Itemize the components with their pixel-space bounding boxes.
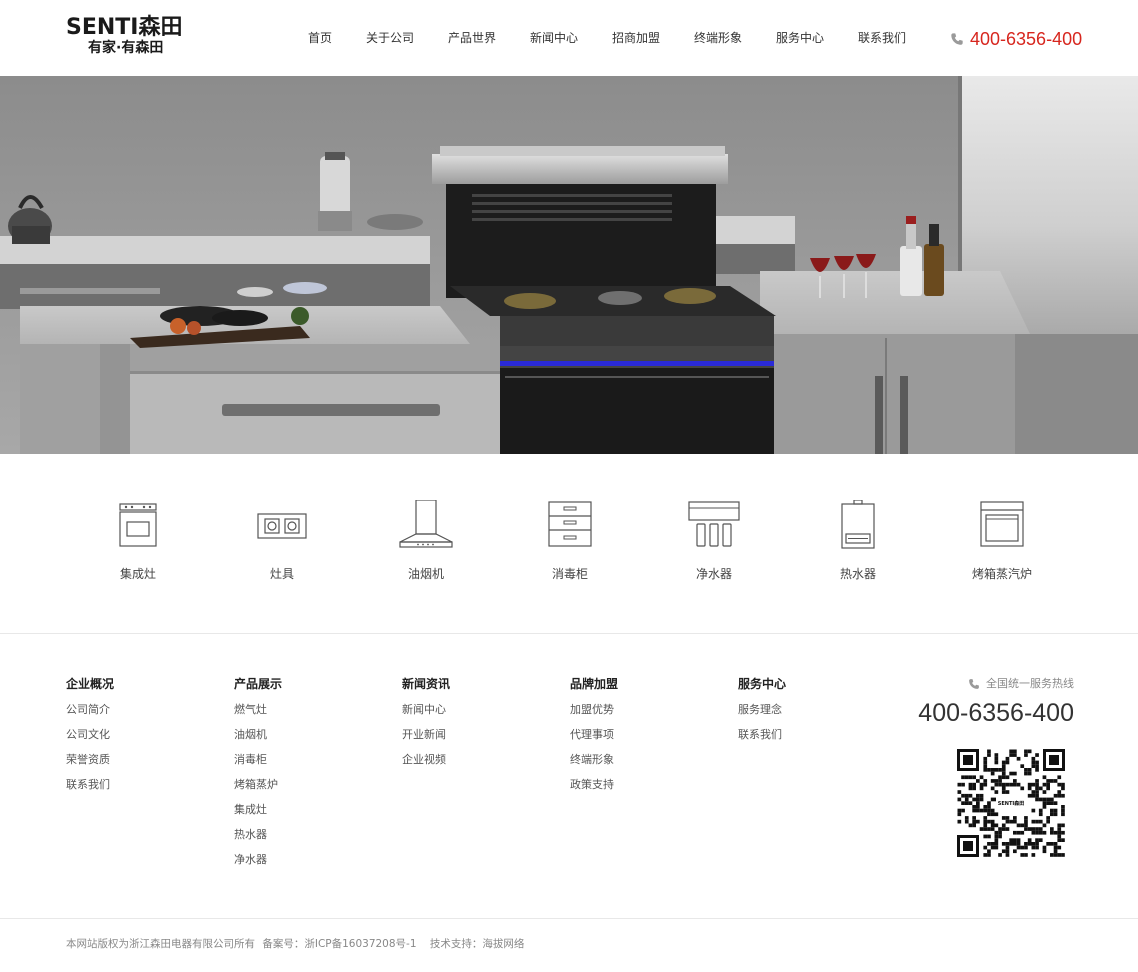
header-phone-number: 400-6356-400: [970, 28, 1083, 49]
copyright-text: 本网站版权为浙江森田电器有限公司所有: [66, 938, 255, 950]
water-purifier-icon: [688, 501, 740, 547]
steam-oven-icon: [980, 501, 1024, 547]
qr-center-logo: SENTI森田: [998, 800, 1024, 807]
footer-link[interactable]: 政策支持: [570, 777, 720, 792]
footer-col-company: 企业概况 公司简介 公司文化 荣誉资质 联系我们: [66, 676, 216, 802]
nav-item-products[interactable]: 产品世界: [448, 30, 496, 46]
category-integrated-stove[interactable]: 集成灶: [83, 500, 193, 590]
footer-link[interactable]: 热水器: [234, 827, 384, 842]
footer-col-service: 服务中心 服务理念 联系我们: [738, 676, 888, 752]
footer-link[interactable]: 燃气灶: [234, 702, 384, 717]
footer-hotline: 全国统一服务热线 400-6356-400: [900, 676, 1074, 728]
qr-code-image: SENTI森田: [956, 748, 1066, 858]
category-disinfection-cabinet[interactable]: 消毒柜: [515, 500, 625, 590]
category-label: 油烟机: [407, 567, 444, 581]
category-label: 消毒柜: [551, 567, 588, 581]
footer-link[interactable]: 代理事项: [570, 727, 720, 742]
product-categories: 集成灶 灶具 油烟机 消毒柜 净水器 热水器 烤箱蒸汽炉: [0, 454, 1138, 634]
category-water-heater[interactable]: 热水器: [803, 500, 913, 590]
disinfection-cabinet-icon: [548, 501, 592, 547]
footer-link[interactable]: 净水器: [234, 852, 384, 867]
nav-item-service[interactable]: 服务中心: [776, 30, 824, 46]
hotline-number[interactable]: 400-6356-400: [900, 698, 1074, 728]
footer-link[interactable]: 联系我们: [66, 777, 216, 792]
kitchen-image: [0, 76, 1138, 454]
nav-item-stores[interactable]: 终端形象: [694, 30, 742, 46]
footer-col-title: 企业概况: [66, 677, 115, 691]
category-range-hood[interactable]: 油烟机: [371, 500, 481, 590]
nav-item-about[interactable]: 关于公司: [366, 30, 414, 46]
footer-col-title: 产品展示: [234, 677, 283, 691]
water-heater-icon: [841, 500, 875, 549]
category-steam-oven[interactable]: 烤箱蒸汽炉: [947, 500, 1057, 590]
phone-icon: [969, 679, 979, 689]
phone-icon: [951, 33, 963, 45]
category-label: 集成灶: [119, 567, 156, 581]
footer-link[interactable]: 公司文化: [66, 727, 216, 742]
footer-col-products: 产品展示 燃气灶 油烟机 消毒柜 烤箱蒸炉 集成灶 热水器 净水器: [234, 676, 384, 877]
footer-link[interactable]: 企业视频: [402, 752, 552, 767]
footer-col-title: 服务中心: [738, 677, 787, 691]
header-phone[interactable]: 400-6356-400: [950, 27, 1082, 51]
nav-item-news[interactable]: 新闻中心: [530, 30, 578, 46]
footer-link[interactable]: 终端形象: [570, 752, 720, 767]
footer-col-franchise: 品牌加盟 加盟优势 代理事项 终端形象 政策支持: [570, 676, 720, 802]
footer-link[interactable]: 联系我们: [738, 727, 888, 742]
footer-link[interactable]: 加盟优势: [570, 702, 720, 717]
icp-record[interactable]: 备案号：浙ICP备16037208号-1: [262, 938, 416, 950]
footer-link[interactable]: 公司简介: [66, 702, 216, 717]
category-label: 热水器: [839, 567, 876, 581]
footer-link[interactable]: 新闻中心: [402, 702, 552, 717]
footer-link[interactable]: 开业新闻: [402, 727, 552, 742]
copyright-bar: 本网站版权为浙江森田电器有限公司所有 备案号：浙ICP备16037208号-1 …: [66, 937, 528, 951]
footer-col-title: 品牌加盟: [570, 677, 619, 691]
nav-item-contact[interactable]: 联系我们: [858, 30, 906, 46]
footer-col-title: 新闻资讯: [402, 677, 451, 691]
footer-top-divider: [0, 633, 1138, 634]
footer-link[interactable]: 油烟机: [234, 727, 384, 742]
category-water-purifier[interactable]: 净水器: [659, 500, 769, 590]
hero-banner[interactable]: [0, 76, 1138, 454]
category-label: 烤箱蒸汽炉: [971, 567, 1032, 581]
category-label: 灶具: [269, 567, 294, 581]
nav-item-home[interactable]: 首页: [308, 30, 332, 46]
nav-item-franchise[interactable]: 招商加盟: [612, 30, 660, 46]
category-cooktop[interactable]: 灶具: [227, 500, 337, 590]
integrated-stove-icon: [119, 503, 157, 547]
site-header: SENTI森田 有家·有森田 首页 关于公司 产品世界 新闻中心 招商加盟 终端…: [0, 0, 1138, 76]
category-label: 净水器: [695, 567, 732, 581]
footer-link[interactable]: 荣誉资质: [66, 752, 216, 767]
cooktop-icon: [257, 513, 307, 539]
footer-bottom-divider: [0, 918, 1138, 919]
footer-link[interactable]: 消毒柜: [234, 752, 384, 767]
footer-link[interactable]: 集成灶: [234, 802, 384, 817]
footer-link[interactable]: 服务理念: [738, 702, 888, 717]
range-hood-icon: [399, 500, 453, 548]
footer-link[interactable]: 烤箱蒸炉: [234, 777, 384, 792]
footer-col-news: 新闻资讯 新闻中心 开业新闻 企业视频: [402, 676, 552, 777]
tech-support[interactable]: 技术支持：海拔网络: [430, 938, 525, 950]
hotline-label: 全国统一服务热线: [986, 677, 1074, 690]
